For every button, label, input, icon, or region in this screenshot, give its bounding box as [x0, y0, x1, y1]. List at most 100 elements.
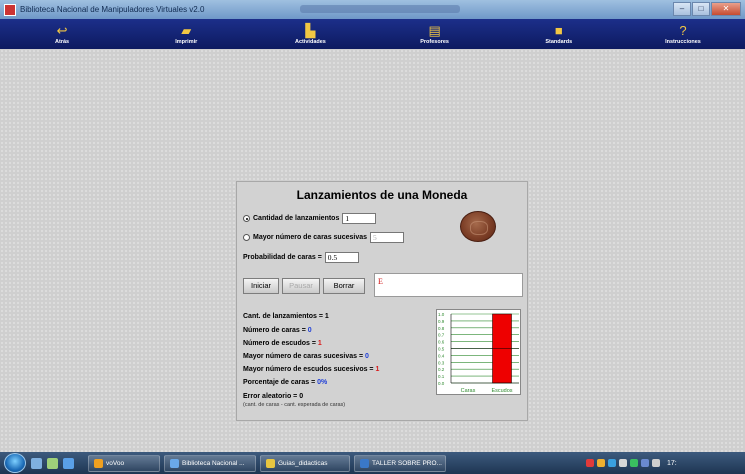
taskbar-item-label: Guias_didacticas — [278, 459, 328, 467]
toolbar-activities-button[interactable]: ▙ Actividades — [248, 19, 372, 49]
heads-count-stat: Número de caras = 0 — [243, 327, 312, 334]
y-tick-label: 0.2 — [438, 367, 445, 372]
show-desktop-icon[interactable] — [31, 457, 42, 469]
toolbar-teachers-button[interactable]: ▤ Profesores — [373, 19, 497, 49]
option-max-heads-row: Mayor número de caras sucesivas 5 — [243, 232, 405, 243]
window-title-bar: Biblioteca Nacional de Manipuladores Vir… — [0, 0, 745, 19]
close-button[interactable]: ✕ — [711, 2, 741, 16]
panel-title: Lanzamientos de una Moneda — [296, 188, 468, 202]
taskbar-item-taller[interactable]: TALLER SOBRE PRO... — [354, 454, 446, 472]
tray-icon[interactable] — [597, 459, 605, 467]
y-tick-label: 0.1 — [438, 374, 445, 379]
taskbar-item-vovoo[interactable]: voVoo — [88, 454, 160, 472]
minimize-button[interactable]: – — [673, 2, 691, 16]
y-tick-label: 0.9 — [438, 319, 445, 324]
max-tails-value: 1 — [375, 366, 380, 373]
tails-count-stat: Número de escudos = 1 — [243, 340, 322, 347]
coin-toss-panel: Lanzamientos de una Moneda Cantidad de l… — [236, 181, 528, 421]
probability-row: Probabilidad de caras = 0.5 — [243, 252, 359, 263]
tray-icon[interactable] — [630, 459, 638, 467]
toolbar-instructions-button[interactable]: ? Instrucciones — [621, 19, 745, 49]
back-arrow-icon: ↩ — [56, 22, 68, 38]
clear-button[interactable]: Borrar — [323, 278, 365, 294]
throw-count-input[interactable]: 1 — [342, 213, 377, 224]
activities-icon: ▙ — [305, 22, 316, 38]
y-tick-label: 0.8 — [438, 326, 445, 331]
volume-icon[interactable] — [652, 459, 660, 467]
taskbar-item-guias[interactable]: Guias_didacticas — [260, 454, 350, 472]
max-tails-stat: Mayor número de escudos sucesivos = 1 — [243, 366, 379, 373]
taskbar-item-label: voVoo — [106, 459, 125, 467]
standards-icon: ■ — [554, 22, 563, 38]
heads-percentage-value: 0% — [317, 379, 328, 386]
toolbar-teachers-label: Profesores — [420, 38, 449, 45]
taskbar-item-label: TALLER SOBRE PRO... — [372, 459, 442, 467]
toolbar-print-label: Imprimir — [175, 38, 198, 45]
maximize-button[interactable]: □ — [692, 2, 710, 16]
max-heads-label: Mayor número de caras sucesivas = — [243, 353, 364, 360]
tray-icon[interactable] — [586, 459, 594, 467]
printer-icon: ▰ — [181, 22, 192, 38]
title-bar-blurred-area — [300, 5, 460, 13]
y-tick-label: 0.7 — [438, 333, 445, 338]
toolbar-standards-button[interactable]: ■ Standards — [497, 19, 621, 49]
browser-window-icon — [170, 458, 179, 468]
network-icon[interactable] — [641, 459, 649, 467]
toolbar-back-label: Atrás — [55, 38, 70, 45]
y-tick-label: 0.3 — [438, 360, 445, 365]
max-heads-value: 0 — [365, 353, 369, 360]
tray-icon[interactable] — [608, 459, 616, 467]
throw-count-stat: Cant. de lanzamientos = 1 — [243, 313, 329, 320]
start-button[interactable]: Iniciar — [243, 278, 279, 294]
max-heads-input[interactable]: 5 — [370, 232, 405, 243]
heads-count-label: Número de caras = — [243, 327, 306, 334]
toolbar-standards-label: Standards — [545, 38, 573, 45]
y-tick-label: 1.0 — [438, 312, 445, 317]
heads-count-value: 0 — [307, 327, 312, 334]
tails-count-value: 1 — [317, 340, 322, 347]
y-tick-label: 0.5 — [438, 347, 445, 352]
max-tails-label: Mayor número de escudos sucesivos = — [243, 366, 374, 373]
throw-count-radio[interactable] — [243, 215, 250, 222]
window-title: Biblioteca Nacional de Manipuladores Vir… — [20, 5, 205, 14]
teachers-icon: ▤ — [428, 22, 441, 38]
system-tray: 17: — [580, 452, 745, 474]
vovoo-icon — [94, 458, 103, 468]
heads-percentage-label: Porcentaje de caras = — [243, 379, 316, 386]
x-category-label: Caras — [461, 388, 476, 394]
browser-icon[interactable] — [63, 457, 74, 469]
max-heads-stat: Mayor número de caras sucesivas = 0 — [243, 353, 369, 360]
probability-input[interactable]: 0.5 — [324, 252, 359, 263]
start-button[interactable] — [4, 453, 26, 473]
heads-tails-bar-chart: 1.0 0.9 0.8 0.7 0.6 0.5 0.4 0.3 0.2 0.1 0.0 Caras Es… — [436, 309, 521, 395]
workspace: Lanzamientos de una Moneda Cantidad de l… — [0, 49, 745, 452]
toolbar-print-button[interactable]: ▰ Imprimir — [124, 19, 248, 49]
y-tick-label: 0.4 — [438, 353, 445, 358]
taskbar-item-label: Biblioteca Nacional ... — [182, 459, 245, 467]
taskbar-item-biblioteca[interactable]: Biblioteca Nacional ... — [164, 454, 256, 472]
tails-count-label: Número de escudos = — [243, 340, 316, 347]
results-output-text: E — [378, 277, 383, 286]
help-icon: ? — [679, 22, 687, 38]
y-tick-label: 0.0 — [438, 381, 445, 386]
taskbar: voVoo Biblioteca Nacional ... Guias_dida… — [0, 452, 745, 474]
folder-icon — [266, 458, 275, 468]
y-tick-label: 0.6 — [438, 340, 445, 345]
toolbar-back-button[interactable]: ↩ Atrás — [0, 19, 124, 49]
toolbar-activities-label: Actividades — [294, 38, 326, 45]
app-icon — [4, 3, 16, 16]
tray-icon[interactable] — [619, 459, 627, 467]
random-error-note: (cant. de caras - cant. esperada de cara… — [243, 402, 346, 408]
main-toolbar: ↩ Atrás ▰ Imprimir ▙ Actividades ▤ Profe… — [0, 19, 745, 49]
quick-launch-icon[interactable] — [47, 457, 58, 469]
toolbar-instructions-label: Instrucciones — [665, 38, 701, 45]
x-category-label: Escudos — [491, 388, 512, 394]
random-error-stat: Error aleatorio = 0 — [243, 393, 304, 400]
coin-image — [460, 211, 496, 242]
max-heads-radio[interactable] — [243, 234, 250, 241]
option-throw-count-row: Cantidad de lanzamientos 1 — [243, 213, 377, 224]
heads-percentage-stat: Porcentaje de caras = 0% — [243, 379, 327, 386]
throw-count-label: Cantidad de lanzamientos — [253, 215, 340, 222]
probability-label: Probabilidad de caras = — [243, 254, 322, 261]
pause-button[interactable]: Pausar — [282, 278, 320, 294]
